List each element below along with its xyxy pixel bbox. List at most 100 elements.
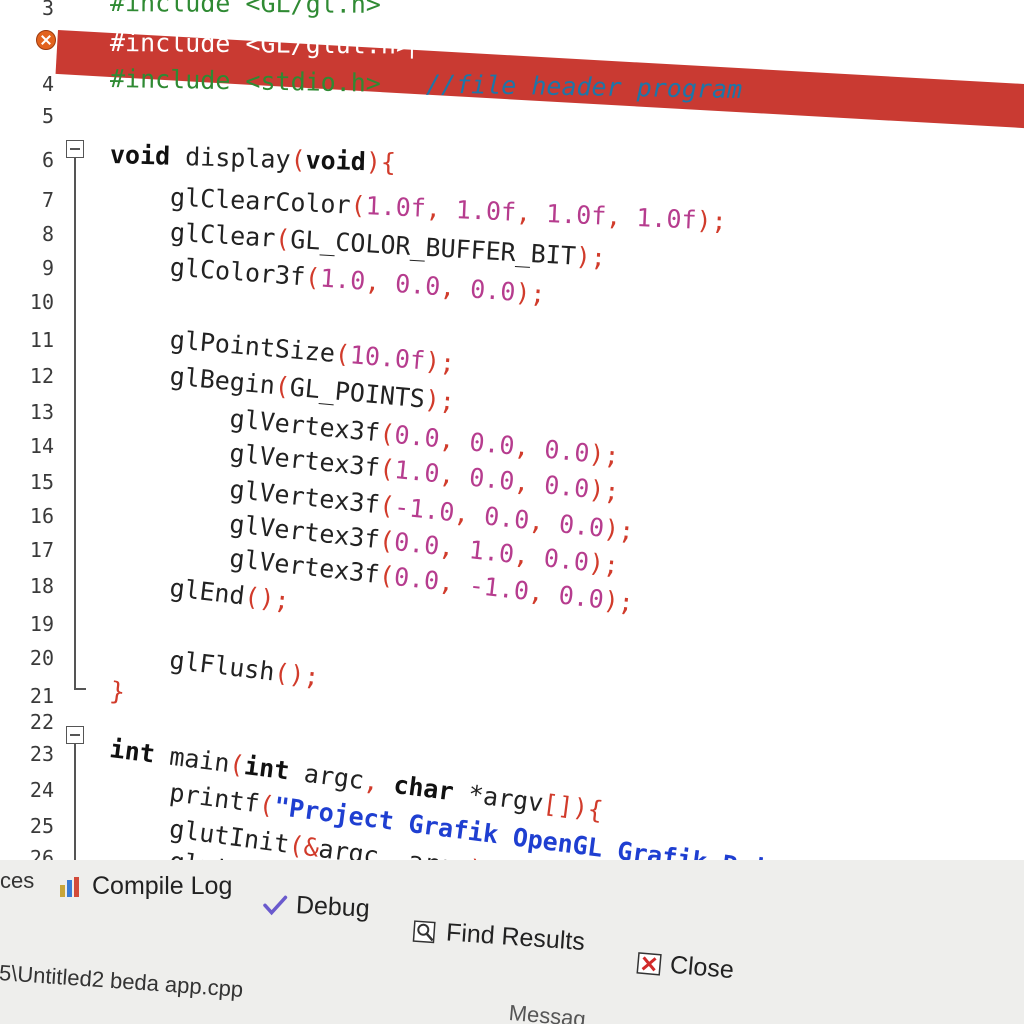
- text-cursor: [410, 34, 414, 59]
- fold-toggle-main[interactable]: [66, 726, 84, 744]
- tab-label: Find Results: [445, 918, 586, 956]
- tab-close[interactable]: Close: [635, 948, 735, 985]
- code-token: ,: [364, 266, 397, 298]
- code-token: 1.0: [319, 263, 367, 296]
- code-token: (: [290, 145, 307, 175]
- line-number: 4: [41, 72, 54, 96]
- code-token: 0.0: [393, 419, 441, 454]
- tab-debug[interactable]: Debug: [261, 889, 370, 924]
- code-line[interactable]: #include <GL/gl.h>: [110, 0, 381, 19]
- tab-label: Close: [668, 950, 735, 985]
- fold-end-line: [74, 688, 86, 690]
- code-token: (&: [287, 830, 321, 863]
- fold-column: [58, 0, 106, 864]
- code-token: 1.0: [467, 535, 516, 569]
- code-token: ,: [437, 459, 471, 492]
- compile-log-icon: [60, 876, 79, 897]
- code-token: 0.0: [467, 462, 516, 496]
- code-token: argc: [287, 756, 366, 795]
- code-token: 0.0: [392, 526, 441, 561]
- line-number: 16: [29, 504, 54, 528]
- code-token: );: [587, 548, 621, 581]
- code-token: void: [305, 145, 367, 177]
- line-number: 11: [29, 328, 54, 352]
- code-token: 0.0: [468, 427, 516, 461]
- line-number: 21: [29, 684, 54, 708]
- code-token: 0.0: [394, 268, 442, 302]
- code-token: glEnd: [108, 566, 247, 611]
- code-token: ,: [515, 197, 547, 229]
- tab-resources-fragment[interactable]: ces: [0, 868, 34, 894]
- line-number: 12: [29, 364, 54, 388]
- code-token: ,: [512, 539, 546, 573]
- code-token: 0.0: [482, 501, 531, 535]
- code-token: ,: [362, 766, 396, 799]
- fold-toggle-display[interactable]: [66, 140, 84, 158]
- line-number: 5: [41, 104, 54, 128]
- code-token: );: [602, 585, 636, 618]
- line-number: 15: [29, 470, 54, 494]
- line-number: 19: [29, 612, 54, 636]
- code-token: ,: [425, 193, 457, 225]
- message-column-header: Messag: [507, 1000, 587, 1024]
- code-token: );: [423, 346, 457, 378]
- ide-window: 3 4 5 6 7 8 9 10 11 12 13 14 15 16 17 18 19 20 21 22 23 24 25 2…: [0, 0, 1024, 1024]
- close-icon: [636, 951, 662, 976]
- code-token: main: [152, 739, 232, 778]
- file-path: 5\Untitled2 beda app.cpp: [0, 960, 245, 1003]
- tab-find-results[interactable]: Find Results: [411, 916, 586, 957]
- code-token: 0.0: [469, 274, 517, 307]
- code-line[interactable]: glFlush();: [108, 638, 321, 692]
- code-token: 0.0: [392, 561, 441, 596]
- code-token: //file header program: [380, 68, 743, 105]
- code-line[interactable]: }: [108, 676, 126, 707]
- code-token: );: [574, 241, 607, 273]
- code-token: (: [274, 223, 292, 254]
- error-marker-icon: [36, 30, 56, 50]
- code-token: #include <stdio.h>: [109, 64, 382, 98]
- line-number: 3: [41, 0, 54, 20]
- line-number: 22: [29, 710, 54, 734]
- code-token: []){: [541, 788, 605, 826]
- code-token: -1.0: [392, 491, 456, 528]
- line-number: 20: [29, 646, 54, 670]
- find-results-icon: [412, 919, 436, 943]
- code-token: ,: [439, 272, 472, 304]
- code-token: glClearColor: [109, 180, 352, 220]
- code-token: 1.0f: [545, 199, 607, 231]
- code-token: 0.0: [543, 434, 591, 468]
- code-token: ,: [438, 424, 471, 457]
- code-token: char: [391, 769, 456, 807]
- code-token: ,: [605, 201, 638, 232]
- code-token: );: [602, 514, 636, 546]
- tab-label: ces: [0, 868, 35, 893]
- code-token: 1.0f: [365, 191, 427, 223]
- fold-guide-line: [74, 158, 76, 688]
- code-token: );: [514, 277, 547, 309]
- line-number: 10: [29, 290, 54, 314]
- line-number: 17: [29, 538, 54, 562]
- tab-label: Compile Log: [92, 872, 233, 900]
- code-token: #include <GL/gl.h>: [109, 0, 382, 19]
- code-token: ){: [365, 147, 397, 177]
- bottom-panel: ces Compile Log Debug Find Results Close…: [0, 860, 1024, 1024]
- code-token: *argv: [451, 777, 545, 818]
- line-number: 13: [29, 400, 54, 424]
- code-token: 0.0: [542, 543, 591, 577]
- code-token: 1.0f: [635, 202, 698, 235]
- tab-compile-log[interactable]: Compile Log: [58, 872, 232, 901]
- code-editor[interactable]: 3 4 5 6 7 8 9 10 11 12 13 14 15 16 17 18 19 20 21 22 23 24 25 2…: [0, 0, 1024, 955]
- debug-check-icon: [263, 895, 288, 915]
- code-token: );: [423, 384, 457, 417]
- code-token: 1.0f: [455, 195, 517, 227]
- line-number: 18: [29, 574, 54, 598]
- code-token: 0.0: [557, 509, 606, 543]
- code-token: glClear: [109, 214, 277, 253]
- code-line[interactable]: #include <GL/glut.h>: [110, 28, 414, 60]
- code-token: void: [109, 140, 171, 171]
- code-line[interactable]: void display(void){: [110, 140, 397, 177]
- fold-guide-line: [74, 744, 76, 864]
- code-token: glFlush: [108, 638, 277, 687]
- code-token: int: [108, 734, 157, 769]
- line-number: 6: [41, 148, 54, 172]
